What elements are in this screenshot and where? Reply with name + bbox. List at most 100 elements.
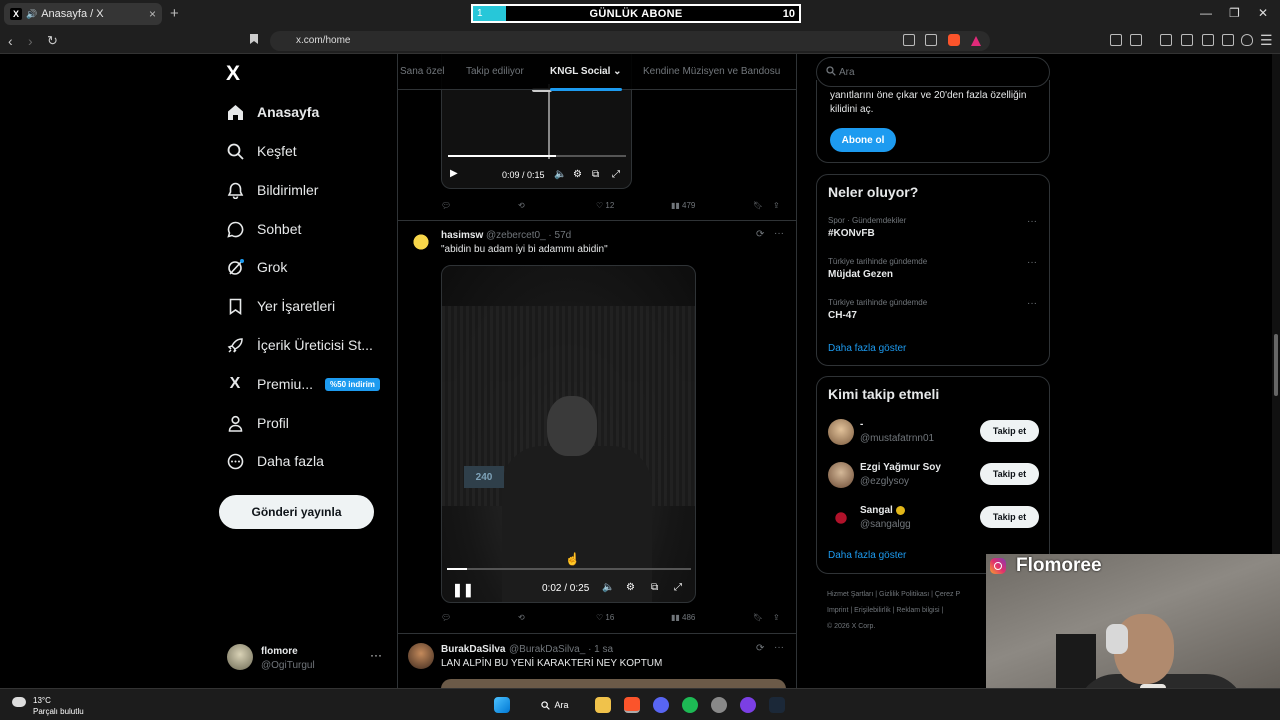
more-icon[interactable]: ··· (774, 642, 784, 653)
music-icon[interactable] (1160, 34, 1172, 46)
avatar[interactable] (828, 505, 854, 531)
follow-handle[interactable]: @mustafatrnn01 (860, 433, 934, 444)
more-icon[interactable]: ··· (370, 648, 382, 662)
sidebar-item-profile[interactable]: Profil (226, 408, 289, 438)
leo-ai-icon[interactable] (1222, 34, 1234, 46)
more-icon[interactable]: ··· (774, 228, 784, 239)
app-icon[interactable] (740, 697, 756, 713)
windows-start-icon[interactable] (494, 697, 510, 713)
avatar[interactable] (408, 643, 434, 669)
maximize-icon[interactable]: ❐ (1229, 6, 1240, 20)
reload-icon[interactable]: ↻ (47, 33, 58, 49)
follow-handle[interactable]: @sangalgg (860, 519, 911, 530)
follow-button[interactable]: Takip et (980, 463, 1039, 485)
sidebar-item-notifications[interactable]: Bildirimler (226, 175, 318, 205)
like-button[interactable]: ♡ 12 (596, 201, 614, 210)
follow-handle[interactable]: @ezglysoy (860, 476, 909, 487)
trend-item[interactable]: Müjdat Gezen (828, 269, 893, 280)
back-icon[interactable]: ‹ (8, 33, 13, 49)
sidebar-item-bookmarks[interactable]: Yer İşaretleri (226, 291, 335, 321)
spotify-icon[interactable] (682, 697, 698, 713)
sidebar-item-creator-studio[interactable]: İçerik Üreticisi St... (226, 330, 373, 360)
like-button[interactable]: ♡ 16 (596, 613, 614, 622)
more-icon[interactable]: ··· (1027, 298, 1037, 309)
fullscreen-icon[interactable]: ⤢ (674, 582, 682, 593)
forward-icon[interactable]: › (28, 33, 33, 49)
sidebar-item-home[interactable]: Anasayfa (226, 97, 319, 127)
obs-icon[interactable] (711, 697, 727, 713)
brave-rewards-icon[interactable] (970, 34, 982, 46)
reply-icon[interactable]: 💬︎ (441, 201, 451, 210)
tweet-author[interactable]: hasimsw (441, 230, 483, 241)
footer-line[interactable]: Imprint | Erişilebilirlik | Reklam bilgi… (827, 603, 992, 619)
volume-icon[interactable]: 🔈 (554, 169, 566, 180)
post-button[interactable]: Gönderi yayınla (219, 495, 374, 529)
video-player[interactable]: 240 ❚❚ 0:02 / 0:25 🔈 ⚙ ⧉ ⤢ ☝ (441, 265, 696, 603)
url-field[interactable]: x.com/home (270, 31, 990, 51)
retweet-icon[interactable]: ⟲ (518, 613, 525, 622)
share-icon[interactable] (925, 34, 937, 46)
avatar[interactable] (828, 462, 854, 488)
brave-shield-icon[interactable] (948, 34, 960, 46)
window-close-icon[interactable]: ✕ (1258, 6, 1268, 20)
volume-icon[interactable]: 🔈 (602, 582, 614, 593)
scrollbar-thumb[interactable] (1274, 334, 1278, 396)
taskbar-search[interactable]: Ara (530, 697, 580, 713)
speaker-icon[interactable]: 🔊 (26, 9, 37, 20)
share-tweet-icon[interactable]: ⇪ (773, 201, 780, 210)
sidebar-toggle-icon[interactable] (1181, 34, 1193, 46)
avatar[interactable] (408, 229, 434, 255)
more-icon[interactable]: ··· (1027, 216, 1037, 227)
settings-icon[interactable]: ⚙ (573, 169, 582, 180)
close-tab-icon[interactable]: × (149, 7, 156, 21)
pip-icon[interactable]: ⧉ (592, 169, 599, 180)
settings-icon[interactable]: ⚙ (626, 582, 635, 593)
tab-for-you[interactable]: Sana özel (400, 66, 444, 77)
follow-name[interactable]: Ezgi Yağmur Soy (860, 462, 941, 473)
show-more-link[interactable]: Daha fazla göster (828, 343, 906, 354)
tab-musicians[interactable]: Kendine Müzisyen ve Bandosu (643, 66, 780, 77)
tweet-handle[interactable]: @zebercet0_ · 57d (486, 230, 571, 241)
tab-kngl-social[interactable]: KNGL Social ⌄ (550, 66, 622, 91)
minimize-icon[interactable]: — (1200, 6, 1212, 20)
sidebar-item-explore[interactable]: Keşfet (226, 136, 297, 166)
views-button[interactable]: ▮▮ 479 (671, 201, 695, 210)
share-tweet-icon[interactable]: ⇪ (773, 613, 780, 622)
steam-icon[interactable] (769, 697, 785, 713)
bookmark-page-icon[interactable] (249, 33, 259, 48)
sidebar-item-premium[interactable]: X Premiu... %50 indirim (226, 369, 380, 399)
tweet-media-preview[interactable] (441, 679, 786, 688)
follow-button[interactable]: Takip et (980, 420, 1039, 442)
subscribe-button[interactable]: Abone ol (830, 128, 896, 152)
browser-tab[interactable]: X 🔊 Anasayfa / X × (4, 3, 162, 25)
crypto-wallet-icon[interactable] (1202, 34, 1214, 46)
sidebar-item-chat[interactable]: Sohbet (226, 214, 301, 244)
play-icon[interactable]: ▶ (450, 168, 458, 179)
retweet-icon[interactable]: ⟲ (518, 201, 525, 210)
follow-name[interactable]: - (860, 419, 863, 430)
menu-icon[interactable]: ☰ (1260, 32, 1273, 49)
trend-item[interactable]: #KONvFB (828, 228, 875, 239)
tab-following[interactable]: Takip ediliyor (466, 66, 524, 77)
grok-analyze-icon[interactable]: ⟳ (756, 643, 764, 654)
sidebar-item-grok[interactable]: Grok (226, 252, 287, 282)
discord-icon[interactable] (653, 697, 669, 713)
pip-icon[interactable]: ⧉ (651, 582, 658, 593)
account-switcher[interactable]: flomore @OgiTurgul ··· (227, 644, 387, 674)
vpn-icon[interactable] (1241, 34, 1253, 46)
x-logo-icon[interactable]: X (226, 62, 240, 86)
fullscreen-icon[interactable]: ⤢ (612, 169, 620, 180)
views-button[interactable]: ▮▮ 486 (671, 613, 695, 622)
more-icon[interactable]: ··· (1027, 257, 1037, 268)
screen-cast-icon[interactable] (903, 34, 915, 46)
follow-button[interactable]: Takip et (980, 506, 1039, 528)
new-tab-button[interactable]: + (170, 5, 179, 22)
trend-item[interactable]: CH-47 (828, 310, 857, 321)
bookmark-tweet-icon[interactable]: 🔖︎ (753, 201, 763, 210)
tweet-handle[interactable]: @BurakDaSilva_ · 1 sa (509, 644, 613, 655)
bookmark-tweet-icon[interactable]: 🔖︎ (753, 613, 763, 622)
pause-icon[interactable]: ❚❚ (452, 582, 474, 598)
avatar[interactable] (828, 419, 854, 445)
tweet-author[interactable]: BurakDaSilva (441, 644, 505, 655)
brave-browser-icon[interactable] (624, 697, 640, 713)
